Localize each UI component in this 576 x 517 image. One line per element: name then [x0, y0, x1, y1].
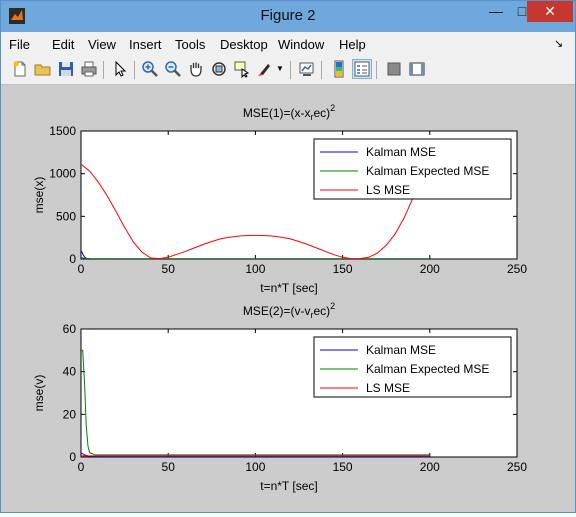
chart-title-superscript: 2 [330, 103, 335, 113]
minimize-button[interactable]: — [483, 1, 509, 22]
chart-title-tail: ec) [313, 106, 330, 120]
menu-view[interactable]: View [88, 37, 116, 52]
toolbar-separator [321, 61, 322, 79]
menu-bar: File Edit View Insert Tools Desktop Wind… [1, 32, 575, 56]
close-button[interactable]: ✕ [527, 1, 573, 22]
x-tick-label: 200 [420, 262, 440, 276]
insert-colorbar-icon[interactable] [330, 60, 348, 78]
axes-2: MSE(2)=(v-vrec)2 0 50 100 150 200 250 0 20 40 60 t=… [32, 301, 527, 493]
new-figure-icon[interactable] [11, 60, 29, 78]
y-tick-label: 0 [69, 252, 76, 266]
axes-1: MSE(1)=(x-xrec)2 0 50 100 150 200 250 0 500 1000 1… [32, 103, 527, 295]
y-tick-label: 1500 [49, 124, 76, 138]
chart-title: MSE(2)=(v-vrec)2 [243, 301, 335, 320]
chart-title-main: MSE(1)=(x-x [243, 106, 311, 120]
menu-tools[interactable]: Tools [175, 37, 205, 52]
save-icon[interactable] [57, 60, 75, 78]
menu-help[interactable]: Help [339, 37, 366, 52]
chart-title-superscript: 2 [330, 301, 335, 311]
figure-toolbar: ▼ [1, 56, 575, 85]
x-axis-label: t=n*T [sec] [260, 479, 317, 493]
menu-insert[interactable]: Insert [129, 37, 162, 52]
chart-title-main: MSE(2)=(v-v [243, 304, 311, 318]
figure-window: Figure 2 — □ ✕ File Edit View Insert Too… [0, 0, 576, 513]
hide-plot-tools-icon[interactable] [385, 60, 403, 78]
dock-figure-icon[interactable]: ↘ [554, 37, 563, 50]
y-tick-label: 40 [63, 365, 77, 379]
chart-title-tail: ec) [313, 304, 330, 318]
x-tick-label: 50 [162, 460, 176, 474]
x-tick-label: 150 [333, 262, 353, 276]
y-axis-label: mse(v) [32, 375, 46, 412]
open-file-icon[interactable] [34, 60, 52, 78]
legend-entry: Kalman Expected MSE [366, 164, 489, 178]
data-cursor-icon[interactable] [233, 60, 251, 78]
menu-desktop[interactable]: Desktop [220, 37, 268, 52]
x-tick-label: 100 [245, 262, 265, 276]
y-axis-label: mse(x) [32, 177, 46, 214]
x-tick-label: 100 [245, 460, 265, 474]
figure-canvas: MSE(1)=(x-xrec)2 0 50 100 150 200 250 0 500 1000 1… [1, 85, 575, 512]
toolbar-separator [290, 61, 291, 79]
show-plot-tools-icon[interactable] [408, 60, 426, 78]
zoom-out-icon[interactable] [164, 60, 182, 78]
plot-canvas: MSE(1)=(x-xrec)20 50 100 150 200 250050010001… [32, 103, 527, 493]
x-tick-label: 200 [420, 460, 440, 474]
insert-legend-icon[interactable] [352, 59, 372, 79]
x-tick-label: 150 [333, 460, 353, 474]
title-bar[interactable]: Figure 2 — □ ✕ [1, 1, 575, 32]
rotate-3d-icon[interactable] [210, 60, 228, 78]
legend-entry: Kalman MSE [366, 145, 436, 159]
chart-title: MSE(1)=(x-xrec)2 [243, 103, 335, 122]
legend-entry: Kalman MSE [366, 343, 436, 357]
legend-entry: LS MSE [366, 183, 410, 197]
edit-plot-pointer-icon[interactable] [111, 60, 129, 78]
brush-icon[interactable] [256, 60, 274, 78]
menu-file[interactable]: File [9, 37, 30, 52]
legend-entry: Kalman Expected MSE [366, 362, 489, 376]
toolbar-separator [134, 61, 135, 79]
toolbar-separator [376, 61, 377, 79]
y-tick-label: 0 [69, 450, 76, 464]
brush-dropdown-icon[interactable]: ▼ [276, 60, 284, 78]
legend-entry: LS MSE [366, 381, 410, 395]
y-tick-label: 500 [56, 209, 76, 223]
x-tick-label: 0 [78, 262, 85, 276]
y-tick-label: 20 [63, 407, 77, 421]
link-plot-icon[interactable] [298, 60, 316, 78]
x-axis-label: t=n*T [sec] [260, 281, 317, 295]
print-icon[interactable] [80, 60, 98, 78]
x-tick-label: 250 [507, 262, 527, 276]
zoom-in-icon[interactable] [141, 60, 159, 78]
y-tick-label: 1000 [49, 167, 76, 181]
pan-hand-icon[interactable] [187, 60, 205, 78]
menu-window[interactable]: Window [278, 37, 324, 52]
toolbar-separator [103, 61, 104, 79]
x-tick-label: 50 [162, 262, 176, 276]
x-tick-label: 250 [507, 460, 527, 474]
menu-edit[interactable]: Edit [52, 37, 74, 52]
x-tick-label: 0 [78, 460, 85, 474]
y-tick-label: 60 [63, 322, 77, 336]
